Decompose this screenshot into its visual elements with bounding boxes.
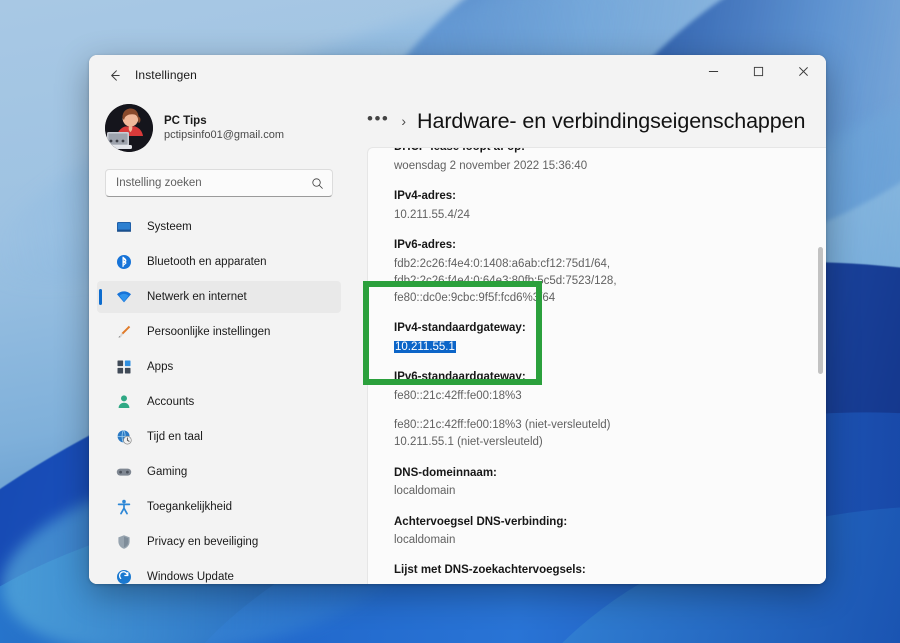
account-text: PC Tips pctipsinfo01@gmail.com: [164, 114, 284, 143]
sidebar-item-label: Toegankelijkheid: [147, 501, 233, 514]
window-controls: [691, 55, 826, 95]
detail-value: fe80::21c:42ff:fe00:18%3 (niet-versleute…: [394, 419, 611, 449]
settings-window: Instellingen PC Tips pctipsinfo01@gmail.…: [89, 55, 826, 584]
sidebar-item-apps[interactable]: Apps: [97, 351, 341, 383]
sidebar-item-label: Netwerk en internet: [147, 291, 247, 304]
sidebar-item-privacy-en-beveiliging[interactable]: Privacy en beveiliging: [97, 526, 341, 558]
scrollbar-thumb[interactable]: [818, 247, 823, 375]
sidebar: PC Tips pctipsinfo01@gmail.com Instellin…: [89, 95, 349, 584]
sidebar-item-systeem[interactable]: Systeem: [97, 211, 341, 243]
sidebar-item-accounts[interactable]: Accounts: [97, 386, 341, 418]
sidebar-item-label: Apps: [147, 361, 174, 374]
desktop-wallpaper: Instellingen PC Tips pctipsinfo01@gmail.…: [0, 0, 900, 643]
sidebar-item-label: Accounts: [147, 396, 195, 409]
detail-value: woensdag 2 november 2022 15:36:40: [394, 159, 588, 172]
search-icon[interactable]: [311, 177, 324, 190]
page-title: Hardware- en verbindingseigenschappen: [417, 108, 806, 133]
person-icon: [115, 393, 133, 411]
user-avatar-icon: [105, 104, 153, 153]
detail-value: fdb2:2c26:f4e4:0:1408:a6ab:cf12:75d1/64,…: [394, 257, 617, 305]
detail-key: Lijst met DNS-zoekachtervoegsels:: [394, 564, 586, 577]
wifi-icon: [115, 288, 133, 306]
detail-key: DNS-domeinnaam:: [394, 466, 497, 479]
detail-key: IPv6-adres:: [394, 238, 457, 251]
detail-key: IPv6-standaardgateway:: [394, 371, 526, 384]
account-tile[interactable]: PC Tips pctipsinfo01@gmail.com: [89, 95, 349, 155]
search-input[interactable]: [116, 177, 311, 190]
sidebar-item-label: Windows Update: [147, 571, 234, 584]
content-area: DHCP-lease loopt af op: woensdag 2 novem…: [353, 147, 826, 584]
sidebar-item-label: Gaming: [147, 466, 188, 479]
detail-value: localdomain: [394, 485, 456, 498]
window-body: PC Tips pctipsinfo01@gmail.com Instellin…: [89, 95, 826, 584]
account-email: pctipsinfo01@gmail.com: [164, 128, 284, 141]
detail-value-selected[interactable]: 10.211.55.1: [394, 339, 800, 356]
maximize-button[interactable]: [736, 55, 781, 87]
account-name: PC Tips: [164, 114, 207, 127]
sidebar-nav: Systeem Bluetooth en apparaten Netwerk e…: [89, 211, 349, 584]
sidebar-item-persoonlijke-instellingen[interactable]: Persoonlijke instellingen: [97, 316, 341, 348]
selected-text: 10.211.55.1: [394, 340, 456, 353]
minimize-button[interactable]: [691, 55, 736, 87]
detail-value: fe80::21c:42ff:fe00:18%3: [394, 389, 522, 402]
update-refresh-icon: [115, 568, 133, 584]
content-scrollbar[interactable]: [818, 154, 823, 578]
shield-icon: [115, 533, 133, 551]
search-box[interactable]: [105, 169, 333, 198]
breadcrumb: ••• › Hardware- en verbindingseigenschap…: [353, 95, 826, 147]
avatar: [105, 104, 153, 153]
detail-key: Achtervoegsel DNS-verbinding:: [394, 515, 568, 528]
sidebar-item-label: Bluetooth en apparaten: [147, 256, 267, 269]
sidebar-item-label: Persoonlijke instellingen: [147, 326, 271, 339]
gamepad-icon: [115, 463, 133, 481]
chevron-right-icon: ›: [401, 113, 407, 129]
paintbrush-icon: [115, 323, 133, 341]
sidebar-item-toegankelijkheid[interactable]: Toegankelijkheid: [97, 491, 341, 523]
detail-value: 10.211.55.4/24: [394, 208, 470, 221]
properties-card: DHCP-lease loopt af op: woensdag 2 novem…: [367, 147, 826, 584]
sidebar-item-netwerk-en-internet[interactable]: Netwerk en internet: [97, 281, 341, 314]
sidebar-item-gaming[interactable]: Gaming: [97, 456, 341, 488]
accessibility-icon: [115, 498, 133, 516]
sidebar-item-bluetooth-en-apparaten[interactable]: Bluetooth en apparaten: [97, 246, 341, 278]
sidebar-item-label: Tijd en taal: [147, 431, 203, 444]
close-button[interactable]: [781, 55, 826, 87]
sidebar-item-windows-update[interactable]: Windows Update: [97, 561, 341, 584]
breadcrumb-overflow-button[interactable]: •••: [367, 110, 389, 127]
window-title: Instellingen: [135, 68, 197, 82]
bluetooth-icon: [115, 253, 133, 271]
detail-key: DHCP-lease loopt af op:: [394, 147, 525, 153]
sidebar-item-tijd-en-taal[interactable]: Tijd en taal: [97, 421, 341, 453]
detail-value: localdomain: [394, 534, 456, 547]
sidebar-item-label: Privacy en beveiliging: [147, 536, 259, 549]
monitor-icon: [115, 218, 133, 236]
main-panel: ••• › Hardware- en verbindingseigenschap…: [349, 95, 826, 584]
detail-key: IPv4-adres:: [394, 189, 457, 202]
detail-list: DHCP-lease loopt af op: woensdag 2 novem…: [368, 147, 826, 584]
detail-key: IPv4-standaardgateway:: [394, 322, 526, 335]
back-button[interactable]: [99, 62, 129, 88]
back-arrow-icon: [107, 68, 122, 83]
window-titlebar: Instellingen: [89, 55, 826, 95]
apps-grid-icon: [115, 358, 133, 376]
clock-globe-icon: [115, 428, 133, 446]
sidebar-item-label: Systeem: [147, 221, 192, 234]
